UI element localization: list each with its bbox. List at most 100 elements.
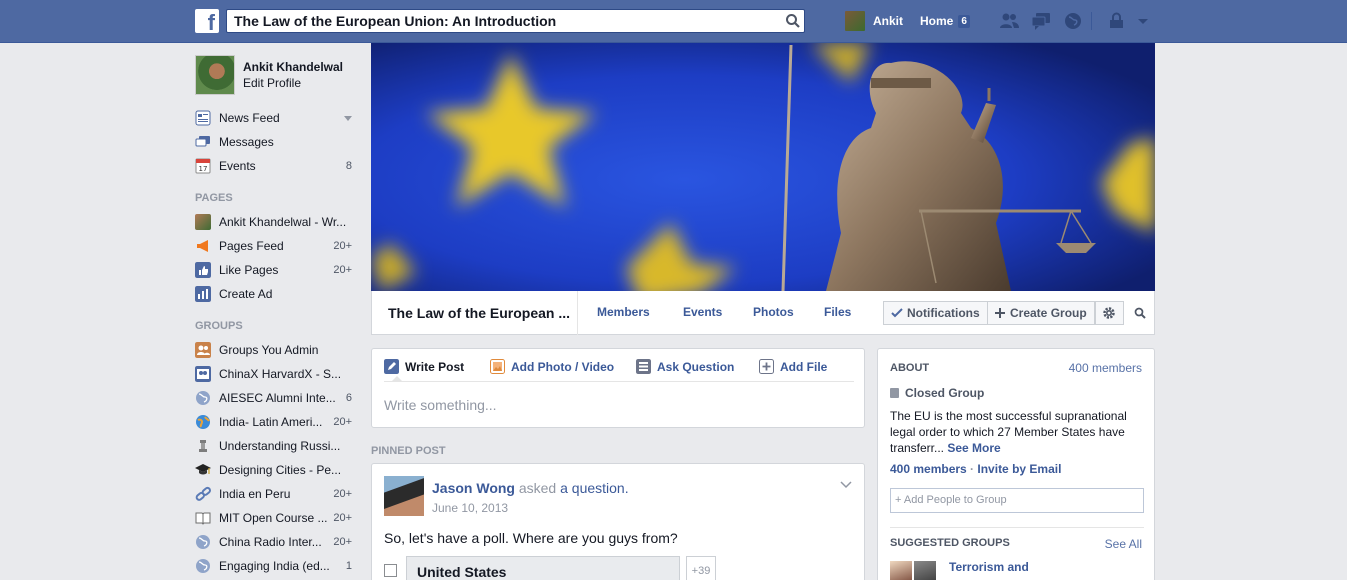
sidebar-item-label: Engaging India (ed... [219,559,330,573]
friend-requests-icon[interactable] [999,12,1019,30]
tab-label: Ask Question [657,359,735,374]
sidebar-item-group[interactable]: AIESEC Alumni Inte... 6 [195,386,360,410]
caret-down-icon[interactable] [344,116,352,121]
sidebar-item-group[interactable]: Engaging India (ed... 1 [195,554,360,578]
tab-write-post[interactable]: Write Post [384,359,464,374]
poll-option-votes[interactable]: +39 [686,556,716,580]
notifications-label: Notifications [907,306,980,320]
sidebar-item-events[interactable]: 17 Events 8 [195,154,360,178]
sidebar-item-group[interactable]: India- Latin Ameri... 20+ [195,410,360,434]
sidebar-item-label: Messages [219,135,274,149]
tab-members[interactable]: Members [597,305,650,319]
tab-photos[interactable]: Photos [753,305,794,319]
search-icon[interactable] [1134,307,1146,319]
suggested-group-photos[interactable] [890,561,938,580]
sidebar-item-label: Ankit Khandelwal - Wr... [219,215,347,229]
author-name[interactable]: Jason Wong [432,480,515,496]
sidebar-item-group[interactable]: Understanding Russi... [195,434,360,458]
sidebar-item-count: 20+ [333,416,352,428]
messages-icon[interactable] [1031,12,1051,30]
sidebar-item-count: 6 [345,392,352,404]
profile-link[interactable]: Ankit [845,11,903,31]
user-name: Ankit [873,14,903,28]
facebook-logo-icon[interactable]: f [195,9,219,33]
favorites-list: News Feed Messages 17 Events 8 [195,106,360,178]
poll-option-checkbox[interactable] [384,563,397,577]
profile-summary[interactable]: Ankit Khandelwal Edit Profile [195,55,360,95]
bar-chart-icon [195,286,211,302]
sidebar-item-create-ad[interactable]: Create Ad [195,282,360,306]
add-people-input[interactable]: + Add People to Group [890,488,1144,513]
sidebar-item-group[interactable]: ChinaX HarvardX - S... [195,362,360,386]
list-icon [636,359,651,374]
globe-notifications-icon[interactable] [1063,12,1083,30]
members-count-link[interactable]: 400 members [1069,361,1142,375]
privacy-shortcuts-icon[interactable] [1108,12,1128,30]
search-icon[interactable] [785,13,801,29]
post-headline: Jason Wong asked a question. [432,480,629,496]
checkmark-icon [891,308,903,318]
sidebar-item-label: AIESEC Alumni Inte... [219,391,336,405]
poll-option-label[interactable]: United States [406,556,680,580]
sidebar-item-group[interactable]: China Radio Inter... 20+ [195,530,360,554]
sidebar-item-messages[interactable]: Messages [195,130,360,154]
chevron-down-icon[interactable] [1136,12,1150,30]
groups-section-header[interactable]: GROUPS [195,320,360,332]
author-avatar[interactable] [384,476,424,516]
tab-events[interactable]: Events [683,305,722,319]
privacy-label: Closed Group [890,386,984,400]
create-group-button[interactable]: Create Group [987,301,1095,325]
tab-label: Add File [780,359,828,374]
sidebar-item-group[interactable]: MIT Open Course ... 20+ [195,506,360,530]
tab-add-photo-video[interactable]: Add Photo / Video [490,359,614,374]
sidebar-item-news-feed[interactable]: News Feed [195,106,360,130]
sidebar-item-page[interactable]: Ankit Khandelwal - Wr... [195,210,360,234]
pages-section-header[interactable]: PAGES [195,192,360,204]
sidebar-item-count: 20+ [333,488,352,500]
sidebar-item-like-pages[interactable]: Like Pages 20+ [195,258,360,282]
sidebar-item-group[interactable]: Designing Cities - Pe... [195,458,360,482]
sidebar-item-count: 20+ [333,536,352,548]
cover-image [371,43,1155,291]
sidebar-item-label: Create Ad [219,287,273,301]
sidebar-item-count: 20+ [333,264,352,276]
search-input[interactable] [227,10,767,32]
home-link[interactable]: Home 6 [920,14,970,28]
suggested-group-name[interactable]: Terrorism and [949,560,1029,574]
sidebar-item-label: MIT Open Course ... [219,511,328,525]
tab-files[interactable]: Files [824,305,851,319]
question-link[interactable]: a question. [560,480,629,496]
graduation-cap-icon [195,464,211,475]
settings-button[interactable] [1095,301,1124,325]
post-date[interactable]: June 10, 2013 [432,501,508,515]
post-text-input[interactable]: Write something... [384,397,497,413]
sidebar-item-groups-you-admin[interactable]: Groups You Admin [195,338,360,362]
post-body: So, let's have a poll. Where are you guy… [384,530,678,546]
tab-add-file[interactable]: Add File [759,359,827,374]
see-more-link[interactable]: See More [947,441,1000,455]
tab-ask-question[interactable]: Ask Question [636,359,734,374]
cover-photo[interactable] [371,43,1155,291]
create-group-label: Create Group [1010,306,1087,320]
sidebar-item-pages-feed[interactable]: Pages Feed 20+ [195,234,360,258]
search-box[interactable] [226,9,805,33]
profile-picture[interactable] [195,55,235,95]
notifications-button[interactable]: Notifications [883,301,988,325]
invite-by-email-link[interactable]: Invite by Email [977,462,1061,476]
members-invite-row: 400 members · Invite by Email [890,462,1061,476]
edit-profile-link[interactable]: Edit Profile [243,76,343,90]
chevron-down-icon[interactable] [840,478,852,490]
earth-icon [196,415,210,429]
lock-icon [890,388,899,398]
sidebar-item-label: India en Peru [219,487,291,501]
see-all-link[interactable]: See All [1105,537,1142,551]
sidebar-item-group[interactable]: India en Peru 20+ [195,482,360,506]
profile-name[interactable]: Ankit Khandelwal [243,60,343,74]
book-icon [195,512,211,525]
sidebar-item-label: India- Latin Ameri... [219,415,323,429]
globe-group-icon [196,391,210,405]
members-link[interactable]: 400 members [890,462,967,476]
globe-group-icon [196,559,210,573]
page-avatar-icon [195,214,211,230]
group-name[interactable]: The Law of the European ... [388,305,570,321]
